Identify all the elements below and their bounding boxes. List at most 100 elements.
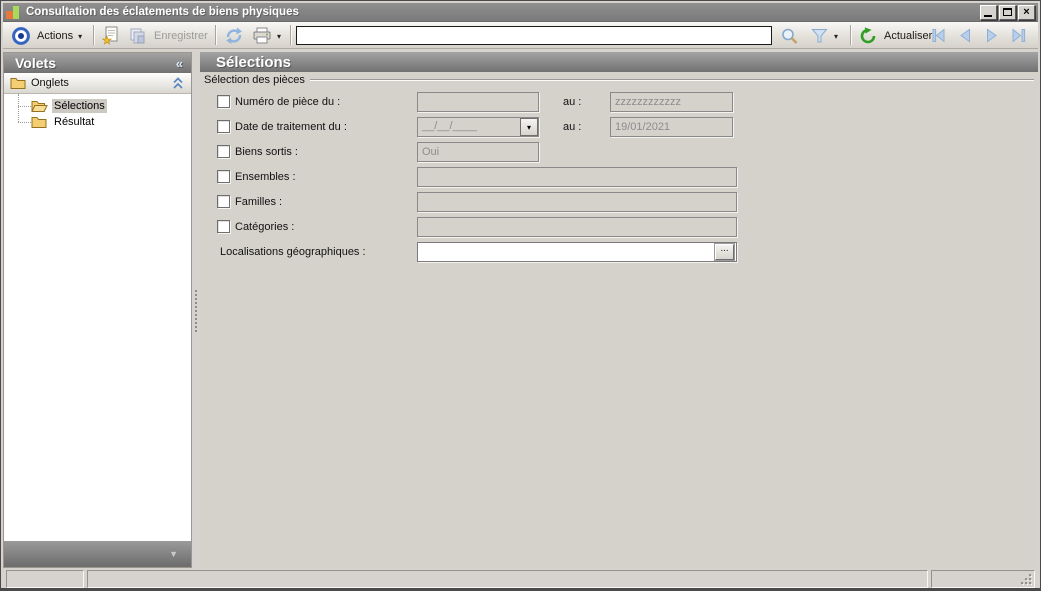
familles-checkbox[interactable]	[217, 195, 230, 208]
panel-splitter[interactable]	[192, 52, 200, 568]
nav-last-button[interactable]	[1010, 28, 1028, 43]
search-icon	[782, 28, 798, 44]
folder-icon	[31, 117, 47, 128]
tree-item-selections[interactable]: Sélections	[31, 98, 107, 114]
quick-search-input[interactable]	[296, 26, 772, 45]
row-familles: Familles :	[200, 192, 1038, 212]
nav-previous-icon	[960, 28, 970, 43]
groupbox-legend: Sélection des pièces	[204, 74, 305, 86]
save-button[interactable]: Enregistrer	[129, 27, 208, 45]
maximize-icon	[1003, 8, 1012, 16]
main-panel: Sélections Sélection des pièces Numéro d…	[200, 52, 1038, 568]
filter-button[interactable]	[811, 28, 828, 44]
search-button[interactable]	[780, 27, 799, 46]
field-label: Date de traitement du :	[235, 121, 347, 133]
minimize-icon	[984, 14, 992, 17]
ensembles-field	[417, 167, 737, 187]
numero-from-field	[417, 92, 539, 112]
numero-piece-checkbox[interactable]	[217, 95, 230, 108]
window-title: Consultation des éclatements de biens ph…	[26, 6, 299, 18]
date-traitement-checkbox[interactable]	[217, 120, 230, 133]
status-cell-left	[6, 570, 84, 588]
row-biens-sortis: Biens sortis : Oui	[200, 142, 1038, 162]
status-cell-right	[931, 570, 1035, 588]
close-button[interactable]: ×	[1018, 4, 1035, 20]
nav-next-button[interactable]	[984, 28, 1000, 43]
filter-icon	[811, 29, 828, 43]
row-categories: Catégories :	[200, 217, 1038, 237]
title-bar: Consultation des éclatements de biens ph…	[3, 3, 1038, 22]
groupbox-selection-des-pieces: Sélection des pièces	[204, 74, 1034, 86]
maximize-button[interactable]	[999, 4, 1016, 20]
nav-first-button[interactable]	[930, 28, 948, 43]
date-to-field: 19/01/2021	[610, 117, 733, 137]
tree-item-label: Résultat	[54, 116, 95, 128]
categories-checkbox[interactable]	[217, 220, 230, 233]
sidebar-section-onglets[interactable]: Onglets	[4, 73, 191, 94]
field-label: Localisations géographiques :	[220, 246, 366, 258]
row-ensembles: Ensembles :	[200, 167, 1038, 187]
tree-item-resultat[interactable]: Résultat	[31, 114, 96, 130]
field-label: Numéro de pièce du :	[235, 96, 341, 108]
chevron-down-icon: ▾	[834, 32, 839, 41]
sidebar-header: Volets «	[4, 53, 191, 73]
nav-previous-button[interactable]	[957, 28, 973, 43]
print-button[interactable]	[252, 27, 272, 44]
field-label: Catégories :	[235, 221, 295, 233]
svg-text:★: ★	[102, 35, 112, 45]
collapse-section-icon[interactable]	[171, 76, 185, 90]
main-title: Sélections	[216, 53, 292, 71]
field-label: Ensembles :	[235, 171, 296, 183]
biens-sortis-checkbox[interactable]	[217, 145, 230, 158]
resize-grip-icon[interactable]	[1021, 574, 1033, 586]
date-from-combobox[interactable]: __/__/____ ▾	[417, 117, 539, 137]
field-label: Biens sortis :	[235, 146, 298, 158]
open-folder-icon	[31, 101, 48, 112]
collapse-sidebar-button[interactable]: «	[176, 56, 183, 71]
selection-form: Sélection des pièces Numéro de pièce du …	[200, 72, 1038, 568]
section-label: Onglets	[31, 77, 69, 89]
refresh-button[interactable]: Actualiser	[859, 27, 932, 45]
app-icon	[6, 5, 20, 19]
sidebar: Volets « Onglets Sélections Résultat ▼	[3, 52, 192, 568]
row-date-traitement: Date de traitement du : __/__/____ ▾ au …	[200, 117, 1038, 137]
sidebar-bottom-bar: ▼	[4, 541, 191, 567]
sync-icon	[226, 27, 242, 44]
folder-icon	[10, 78, 26, 89]
ensembles-checkbox[interactable]	[217, 170, 230, 183]
row-numero-piece: Numéro de pièce du : au : zzzzzzzzzzzz	[200, 92, 1038, 112]
biens-sortis-field: Oui	[417, 142, 539, 162]
familles-field	[417, 192, 737, 212]
toolbar: Actions ▾ ★ Enregistrer ▾ ▾ Actualiser	[3, 22, 1038, 49]
localisations-input[interactable]	[417, 242, 737, 262]
categories-field	[417, 217, 737, 237]
app-window: Consultation des éclatements de biens ph…	[0, 0, 1041, 591]
minimize-button[interactable]	[980, 4, 997, 20]
new-document-button[interactable]: ★	[101, 26, 121, 45]
numero-to-field: zzzzzzzzzzzz	[610, 92, 733, 112]
collapse-down-icon[interactable]: ▼	[169, 549, 178, 559]
app-body: Volets « Onglets Sélections Résultat ▼ S…	[3, 52, 1038, 568]
sidebar-title: Volets	[15, 55, 56, 71]
combo-dropdown-button[interactable]: ▾	[520, 118, 538, 136]
save-icon	[130, 28, 145, 44]
field-label: Familles :	[235, 196, 283, 208]
refresh-icon	[860, 27, 876, 44]
print-options-button[interactable]: ▾	[277, 32, 281, 41]
status-cell-middle	[87, 570, 928, 588]
tree-item-label: Sélections	[52, 99, 107, 113]
chevron-down-icon: ▾	[277, 32, 282, 41]
actions-button[interactable]: Actions ▾	[37, 30, 82, 42]
au-label: au :	[563, 121, 582, 133]
sync-button[interactable]	[224, 27, 244, 45]
bullseye-icon	[11, 26, 31, 46]
au-label: au :	[563, 96, 582, 108]
nav-next-icon	[987, 28, 997, 43]
chevron-down-icon: ▾	[78, 31, 83, 41]
filter-options-button[interactable]: ▾	[834, 32, 838, 41]
browse-button[interactable]: ...	[715, 244, 734, 260]
printer-icon	[253, 27, 271, 44]
status-bar	[3, 570, 1038, 588]
nav-first-icon	[932, 28, 945, 43]
nav-last-icon	[1012, 28, 1026, 43]
